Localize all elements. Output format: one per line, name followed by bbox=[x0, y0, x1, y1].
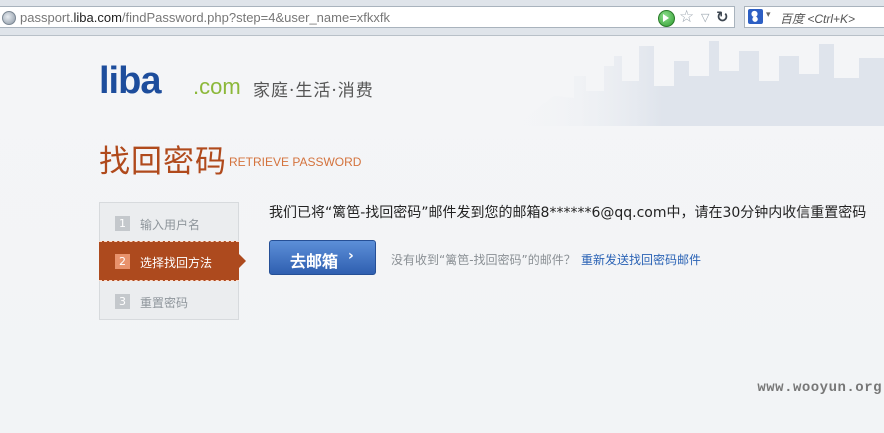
search-box[interactable]: ▾ 百度 <Ctrl+K> bbox=[744, 6, 884, 28]
logo-brand: liba bbox=[99, 60, 161, 102]
step-enter-username: 1 输入用户名 bbox=[100, 205, 238, 241]
page-title: 找回密码 bbox=[99, 144, 227, 180]
globe-icon bbox=[2, 11, 16, 25]
email-sent-message: 我们已将“篱笆-找回密码”邮件发到您的邮箱8******6@qq.com中，请在… bbox=[269, 205, 867, 221]
address-bar[interactable]: passport.liba.com/findPassword.php?step=… bbox=[0, 6, 735, 28]
active-step-arrow-icon bbox=[239, 254, 246, 268]
baidu-paw-icon[interactable] bbox=[748, 9, 763, 24]
step-label: 选择找回方法 bbox=[140, 256, 213, 270]
step-label: 重置密码 bbox=[140, 296, 189, 310]
step-label: 输入用户名 bbox=[140, 218, 201, 232]
page-subtitle: RETRIEVE PASSWORD bbox=[229, 155, 362, 169]
step-choose-method-active: 2 选择找回方法 bbox=[99, 241, 246, 281]
dropdown-icon[interactable]: ▽ bbox=[701, 9, 709, 27]
page-content: liba .com 家庭·生活·消费 找回密码 RETRIEVE PASSWOR… bbox=[0, 36, 884, 433]
resend-email-link[interactable]: 重新发送找回密码邮件 bbox=[581, 251, 701, 268]
steps-sidebar: 1 输入用户名 2 选择找回方法 3 重置密码 bbox=[99, 202, 246, 320]
step-number: 2 bbox=[115, 254, 130, 269]
browser-toolbar: passport.liba.com/findPassword.php?step=… bbox=[0, 0, 884, 36]
not-received-text: 没有收到“篱笆-找回密码”的邮件？ bbox=[391, 253, 576, 267]
step-reset-password: 3 重置密码 bbox=[100, 283, 238, 319]
watermark: www.wooyun.org bbox=[757, 380, 882, 396]
city-skyline-illustration bbox=[514, 41, 884, 126]
chevron-right-icon: › bbox=[348, 248, 354, 264]
logo-domain-suffix: .com bbox=[193, 74, 241, 99]
step-number: 1 bbox=[115, 216, 130, 231]
logo-slogan: 家庭·生活·消费 bbox=[253, 81, 374, 101]
address-url[interactable]: passport.liba.com/findPassword.php?step=… bbox=[20, 10, 390, 25]
search-placeholder[interactable]: 百度 <Ctrl+K> bbox=[780, 10, 855, 27]
go-to-mailbox-button[interactable]: 去邮箱 › bbox=[269, 240, 376, 275]
button-label: 去邮箱 bbox=[290, 252, 339, 271]
search-engine-dropdown-icon[interactable]: ▾ bbox=[766, 10, 771, 20]
reload-icon[interactable]: ↻ bbox=[716, 7, 729, 27]
star-icon[interactable]: ☆ bbox=[679, 7, 694, 27]
go-icon[interactable] bbox=[658, 10, 675, 27]
step-number: 3 bbox=[115, 294, 130, 309]
